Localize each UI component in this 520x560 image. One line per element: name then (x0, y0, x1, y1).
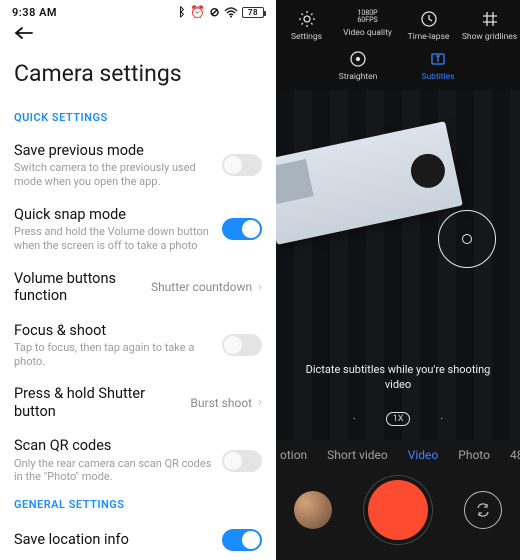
zoom-dot-icon: · (353, 414, 356, 425)
setting-name: Save previous mode (14, 142, 216, 159)
row-save-previous-mode[interactable]: Save previous mode Switch camera to the … (0, 134, 276, 197)
setting-name: Press & hold Shutter button (14, 385, 184, 420)
toggle[interactable] (222, 450, 262, 472)
row-save-location[interactable]: Save location info (0, 521, 276, 559)
camera-app: Settings 1080P 60FPS Video quality Time-… (276, 0, 520, 560)
setting-value: Burst shoot (190, 396, 252, 410)
toggle[interactable] (222, 529, 262, 551)
focus-ring-icon (438, 210, 496, 268)
toggle[interactable] (222, 218, 262, 240)
dnd-icon: ⊘ (209, 5, 220, 19)
switch-camera-button[interactable] (464, 491, 502, 529)
setting-name: Scan QR codes (14, 437, 216, 454)
camera-tools: Settings 1080P 60FPS Video quality Time-… (276, 0, 520, 90)
tool-gridlines[interactable]: Show gridlines (460, 10, 520, 42)
gallery-thumb[interactable] (294, 491, 332, 529)
clock: 9:38 AM (12, 6, 57, 19)
setting-name: Focus & shoot (14, 322, 216, 339)
chevron-right-icon: › (258, 395, 262, 410)
zoom-strip[interactable]: · 1X · (276, 412, 520, 426)
row-volume-buttons[interactable]: Volume buttons function Shutter countdow… (0, 261, 276, 313)
section-quick: QUICK SETTINGS (0, 105, 276, 134)
tool-time-lapse[interactable]: Time-lapse (399, 10, 459, 42)
toggle[interactable] (222, 154, 262, 176)
wifi-icon (224, 7, 238, 18)
viewfinder[interactable]: hp Dictate subtitles while you're shooti… (276, 90, 520, 440)
vq-badge: 1080P 60FPS (357, 10, 377, 24)
setting-desc: Press and hold the Volume down button wh… (14, 225, 216, 253)
tool-settings[interactable]: Settings (277, 10, 337, 42)
shutter-button[interactable] (368, 480, 428, 540)
setting-name: Quick snap mode (14, 206, 216, 223)
mode-short-video[interactable]: Short video (327, 448, 388, 462)
tool-subtitles[interactable]: Subtitles (408, 50, 468, 82)
status-bar: 9:38 AM ᛒ ⏰ ⊘ 78 (0, 0, 276, 19)
back-button[interactable] (0, 19, 276, 50)
mode-slow-motion[interactable]: otion (280, 448, 307, 462)
row-quick-snap[interactable]: Quick snap mode Press and hold the Volum… (0, 197, 276, 261)
row-focus-shoot[interactable]: Focus & shoot Tap to focus, then tap aga… (0, 313, 276, 377)
status-icons: ᛒ ⏰ ⊘ 78 (178, 5, 264, 19)
setting-name: Save location info (14, 531, 216, 548)
setting-desc: Tap to focus, then tap again to take a p… (14, 341, 216, 369)
mode-strip[interactable]: otion Short video Video Photo 48M (276, 440, 520, 470)
zoom-level[interactable]: 1X (386, 412, 411, 426)
chevron-right-icon: › (258, 280, 262, 295)
bluetooth-icon: ᛒ (178, 5, 186, 19)
zoom-dot-icon: · (440, 414, 443, 425)
setting-desc: Only the rear camera can scan QR codes i… (14, 457, 216, 485)
tool-straighten[interactable]: Straighten (328, 50, 388, 82)
toggle[interactable] (222, 334, 262, 356)
setting-value: Shutter countdown (151, 280, 252, 294)
tool-video-quality[interactable]: 1080P 60FPS Video quality (338, 10, 398, 42)
setting-name: Volume buttons function (14, 270, 145, 305)
mode-video[interactable]: Video (408, 448, 439, 462)
page-title: Camera settings (0, 50, 276, 105)
section-general: GENERAL SETTINGS (0, 492, 276, 521)
shutter-bar (276, 470, 520, 560)
alarm-icon: ⏰ (190, 5, 205, 19)
settings-panel: 9:38 AM ᛒ ⏰ ⊘ 78 Camera settings QUICK S… (0, 0, 276, 560)
subtitle-hint: Dictate subtitles while you're shooting … (276, 363, 520, 392)
mode-48m[interactable]: 48M (510, 448, 520, 462)
row-press-hold-shutter[interactable]: Press & hold Shutter button Burst shoot … (0, 376, 276, 428)
battery-icon: 78 (242, 7, 264, 18)
mode-photo[interactable]: Photo (458, 448, 490, 462)
setting-desc: Switch camera to the previously used mod… (14, 161, 216, 189)
row-scan-qr[interactable]: Scan QR codes Only the rear camera can s… (0, 428, 276, 492)
